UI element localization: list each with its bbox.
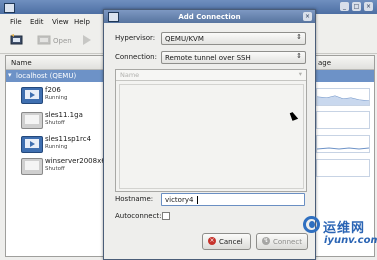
close-button[interactable]: × xyxy=(364,2,373,11)
add-connection-dialog: Add Connection × Hypervisor: QEMU/KVM ⇕ … xyxy=(103,9,316,260)
hostname-label: Hostname: xyxy=(115,195,154,203)
autoconnect-checkbox[interactable] xyxy=(162,212,170,220)
vm-name: f206 xyxy=(45,86,61,94)
shutoff-vm-icon xyxy=(21,158,43,175)
connect-icon: ↯ xyxy=(262,237,270,245)
expander-icon[interactable]: ▾ xyxy=(8,71,12,79)
running-vm-icon xyxy=(21,136,43,153)
connection-label: Connection: xyxy=(115,53,157,61)
list-item[interactable]: f206 Running xyxy=(6,84,116,110)
watermark: 运维网 iyunv.com xyxy=(303,210,377,258)
discovered-hosts-list[interactable]: Name ▾ xyxy=(115,69,307,192)
vm-name: sles11.1ga xyxy=(45,111,83,119)
maximize-button[interactable]: □ xyxy=(352,2,361,11)
menu-edit[interactable]: Edit xyxy=(30,18,44,26)
vm-name: winserver2008x64 xyxy=(45,157,111,165)
combo-arrow-icon: ⇕ xyxy=(296,52,302,60)
combo-arrow-icon: ⇕ xyxy=(296,33,302,41)
hostname-value: victory4 xyxy=(165,196,194,204)
cancel-button[interactable]: × Cancel xyxy=(202,233,251,250)
cpu-usage-graph xyxy=(316,111,370,129)
list-item[interactable]: winserver2008x64 Shutoff xyxy=(6,155,116,181)
menu-view[interactable]: View xyxy=(52,18,69,26)
run-icon[interactable] xyxy=(80,34,94,46)
running-vm-icon xyxy=(21,87,43,104)
vm-name: sles11sp1rc4 xyxy=(45,135,92,143)
minimize-button[interactable]: _ xyxy=(340,2,349,11)
sort-arrow-icon: ▾ xyxy=(298,70,302,78)
hypervisor-combo[interactable]: QEMU/KVM ⇕ xyxy=(161,32,306,45)
menu-file[interactable]: File xyxy=(10,18,22,26)
new-connection-icon[interactable] xyxy=(10,34,24,46)
vm-state: Running xyxy=(45,144,68,150)
hypervisor-label: Hypervisor: xyxy=(115,34,156,42)
list-area xyxy=(119,84,304,189)
column-cpu-usage[interactable]: age xyxy=(318,59,331,67)
dialog-close-button[interactable]: × xyxy=(303,12,312,21)
cpu-usage-graph xyxy=(316,135,370,153)
cpu-usage-graph xyxy=(316,88,370,106)
open-label: Open xyxy=(53,37,72,45)
cpu-usage-graph xyxy=(316,159,370,177)
connect-button[interactable]: ↯ Connect xyxy=(256,233,308,250)
cancel-icon: × xyxy=(208,237,216,245)
dialog-titlebar: Add Connection × xyxy=(104,10,315,23)
host-label: localhost (QEMU) xyxy=(16,72,77,80)
vm-state: Shutoff xyxy=(45,120,65,126)
list-header: Name ▾ xyxy=(116,70,306,81)
hostname-field[interactable]: victory4 xyxy=(161,193,305,206)
column-name[interactable]: Name xyxy=(11,59,32,67)
connect-label: Connect xyxy=(273,238,302,246)
connection-combo[interactable]: Remote tunnel over SSH ⇕ xyxy=(161,51,306,64)
connection-value: Remote tunnel over SSH xyxy=(165,54,251,62)
open-icon[interactable] xyxy=(37,34,51,46)
watermark-logo-icon xyxy=(303,216,320,233)
app-icon xyxy=(4,3,15,13)
cancel-label: Cancel xyxy=(219,238,243,246)
vm-state: Running xyxy=(45,95,68,101)
column-name[interactable]: Name xyxy=(120,71,139,79)
hypervisor-value: QEMU/KVM xyxy=(165,35,204,43)
menu-help[interactable]: Help xyxy=(74,18,90,26)
autoconnect-label: Autoconnect: xyxy=(115,212,162,220)
list-item[interactable]: sles11.1ga Shutoff xyxy=(6,109,116,135)
watermark-en: iyunv.com xyxy=(324,235,377,246)
shutoff-vm-icon xyxy=(21,112,43,129)
dialog-title: Add Connection xyxy=(178,13,241,21)
vm-state: Shutoff xyxy=(45,166,65,172)
text-cursor xyxy=(197,196,198,204)
watermark-cn: 运维网 xyxy=(323,221,366,236)
